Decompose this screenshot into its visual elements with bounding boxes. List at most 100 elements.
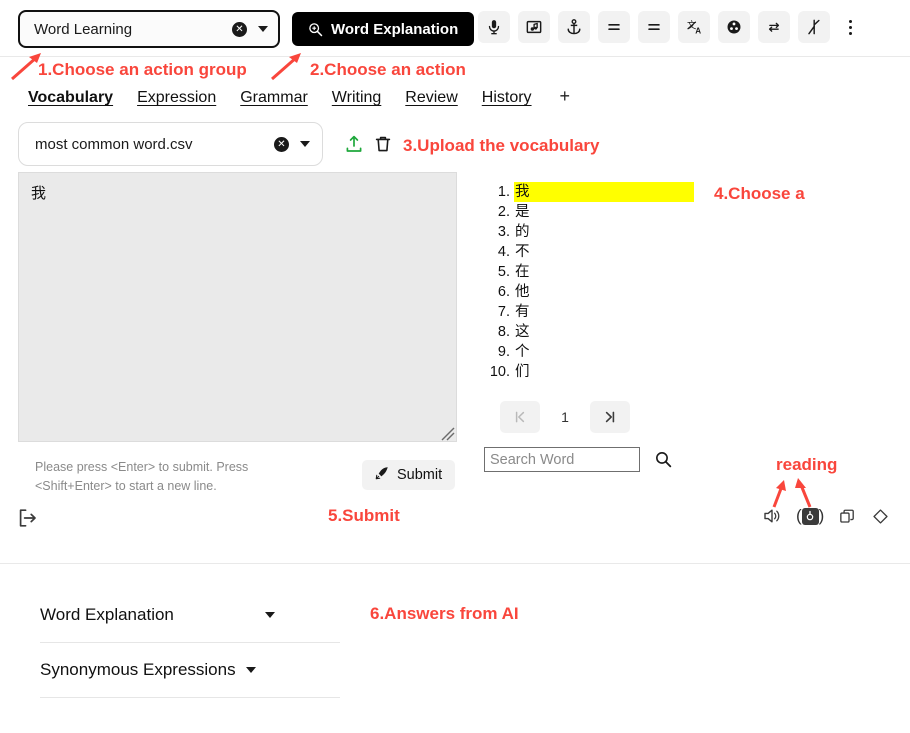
top-toolbar: Word Learning ✕ Word Explanation A: [0, 0, 910, 57]
paren-right: ): [818, 506, 825, 525]
search-icon[interactable]: [654, 450, 673, 474]
chevron-down-icon[interactable]: [245, 667, 256, 673]
accordion-item-synonymous-expressions[interactable]: Synonymous Expressions: [40, 643, 340, 698]
list-item[interactable]: 1. 我: [484, 182, 694, 202]
tab-writing[interactable]: Writing: [332, 89, 382, 108]
annotation-arrow-7b: [795, 478, 812, 508]
toolbar-divider: [0, 56, 910, 57]
list-lines-icon[interactable]: [598, 11, 630, 43]
pagination-current-page: 1: [561, 409, 569, 425]
clear-circle-icon[interactable]: ✕: [232, 21, 247, 37]
annotation-3: 3.Upload the vocabulary: [403, 136, 600, 155]
logout-icon[interactable]: [16, 506, 40, 535]
list-item-number: 10.: [489, 364, 510, 380]
zoom-in-icon: [308, 22, 323, 37]
film-reel-icon[interactable]: [718, 11, 750, 43]
search-input[interactable]: [484, 447, 640, 472]
clear-circle-icon[interactable]: ✕: [274, 136, 289, 152]
list-item[interactable]: 2. 是: [484, 202, 694, 222]
answers-accordion: Word Explanation Synonymous Expressions: [40, 588, 340, 698]
swap-arrows-icon[interactable]: [758, 11, 790, 43]
pagination-first-button[interactable]: [500, 401, 540, 433]
list-item-word: 个: [515, 344, 530, 360]
list-item-word: 在: [515, 264, 530, 280]
accordion-item-word-explanation[interactable]: Word Explanation: [40, 588, 340, 643]
compose-textarea[interactable]: [18, 172, 457, 442]
trash-icon[interactable]: [373, 134, 393, 159]
annotation-2: 2.Choose an action: [310, 60, 466, 79]
eraser-icon[interactable]: [871, 507, 890, 526]
submit-button[interactable]: Submit: [362, 460, 456, 490]
list-item[interactable]: 8. 这: [484, 322, 694, 342]
annotation-7: reading: [776, 455, 838, 474]
pagination: 1: [500, 401, 630, 433]
action-group-select[interactable]: Word Learning ✕: [18, 10, 280, 48]
annotation-1: 1.Choose an action group: [38, 60, 247, 79]
section-divider: [0, 563, 910, 564]
tab-expression[interactable]: Expression: [137, 89, 216, 108]
list-item[interactable]: 9. 个: [484, 342, 694, 362]
list-item[interactable]: 10. 们: [484, 362, 694, 382]
action-group-value: Word Learning: [34, 20, 133, 38]
vocabulary-file-name: most common word.csv: [35, 135, 193, 153]
speaker-active-badge: [801, 507, 819, 525]
list-item-number: 5.: [497, 264, 510, 280]
list-item[interactable]: 7. 有: [484, 302, 694, 322]
kebab-menu-icon[interactable]: [840, 11, 860, 43]
add-tab-button[interactable]: +: [560, 86, 571, 107]
list-item-number: 7.: [497, 304, 510, 320]
list-item-word: 不: [515, 244, 530, 260]
list-item-word: 是: [515, 204, 530, 220]
annotation-6: 6.Answers from AI: [370, 604, 519, 623]
list-item-word: 这: [515, 324, 530, 340]
list-lines-2-icon[interactable]: [638, 11, 670, 43]
speaker-icon[interactable]: [762, 506, 782, 526]
svg-text:A: A: [695, 27, 701, 36]
list-item[interactable]: 3. 的: [484, 222, 694, 242]
copy-icon[interactable]: [838, 507, 857, 526]
rocket-icon: [375, 466, 389, 484]
accordion-label: Synonymous Expressions: [40, 660, 236, 679]
tab-grammar[interactable]: Grammar: [240, 89, 308, 108]
merge-icon[interactable]: [798, 11, 830, 43]
annotation-arrow-2: [271, 53, 301, 81]
anchor-icon[interactable]: [558, 11, 590, 43]
music-video-icon[interactable]: [518, 11, 550, 43]
speaker-active-icon[interactable]: ( ): [796, 506, 824, 526]
microphone-icon[interactable]: [478, 11, 510, 43]
media-icon-bar: ( ): [762, 506, 890, 526]
list-item[interactable]: 4. 不: [484, 242, 694, 262]
list-item-number: 3.: [497, 224, 510, 240]
translate-icon[interactable]: 文 A: [678, 11, 710, 43]
list-item-number: 2.: [497, 204, 510, 220]
tab-review[interactable]: Review: [405, 89, 457, 108]
list-item-number: 1.: [497, 184, 510, 200]
list-item-number: 9.: [497, 344, 510, 360]
tab-vocabulary[interactable]: Vocabulary: [28, 89, 113, 108]
list-item-word: 我: [514, 182, 694, 202]
vocabulary-file-select[interactable]: most common word.csv ✕: [18, 122, 323, 166]
upload-icon[interactable]: [344, 134, 364, 159]
app-root: Word Learning ✕ Word Explanation A 1.Cho…: [0, 0, 910, 733]
annotation-4: 4.Choose a: [714, 184, 805, 203]
list-item[interactable]: 5. 在: [484, 262, 694, 282]
list-item-number: 4.: [497, 244, 510, 260]
accordion-label: Word Explanation: [40, 605, 174, 624]
chevron-down-icon[interactable]: [258, 26, 268, 32]
submit-button-label: Submit: [397, 467, 443, 483]
list-item-word: 的: [515, 224, 530, 240]
list-item-number: 6.: [497, 284, 510, 300]
tab-history[interactable]: History: [482, 89, 532, 108]
list-item-word: 他: [515, 284, 530, 300]
chevron-down-icon[interactable]: [265, 612, 275, 618]
list-item-word: 们: [515, 364, 530, 380]
list-item[interactable]: 6. 他: [484, 282, 694, 302]
tool-icon-bar: 文 A: [478, 11, 860, 43]
compose-hint: Please press <Enter> to submit. Press <S…: [35, 460, 249, 493]
word-list: 1. 我 2. 是 3. 的 4. 不 5. 在 6. 他 7. 有 8. 这: [484, 182, 694, 382]
pagination-last-button[interactable]: [590, 401, 630, 433]
list-item-number: 8.: [497, 324, 510, 340]
tab-bar: Vocabulary Expression Grammar Writing Re…: [28, 86, 570, 108]
action-button[interactable]: Word Explanation: [292, 12, 475, 46]
chevron-down-icon[interactable]: [300, 141, 310, 147]
